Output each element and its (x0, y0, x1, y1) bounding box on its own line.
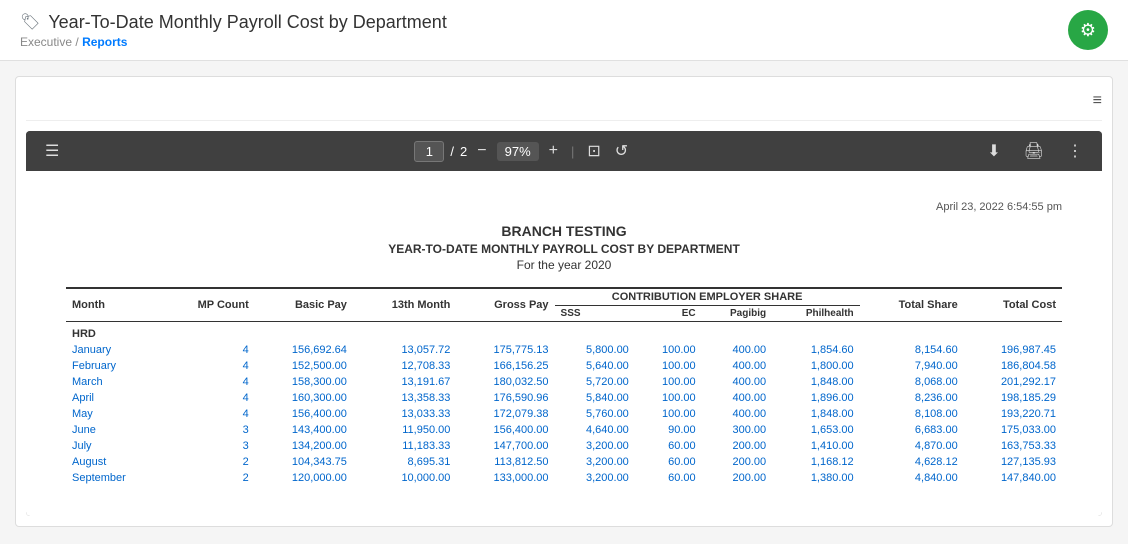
pdf-container: ≡ ☰ / 2 − 97% + | ⊡ ↺ (15, 76, 1113, 527)
breadcrumb: Executive / Reports (20, 35, 447, 49)
table-row: September2120,000.0010,000.00133,000.003… (66, 470, 1062, 486)
print-button[interactable]: 🖨 (1020, 139, 1048, 163)
rotate-button[interactable]: ↺ (611, 139, 632, 163)
breadcrumb-parent[interactable]: Executive (20, 35, 72, 49)
col-total-share: Total Share (860, 288, 964, 322)
table-row: May4156,400.0013,033.33172,079.385,760.0… (66, 406, 1062, 422)
fit-button[interactable]: ⊡ (583, 139, 604, 163)
pdf-viewer: ☰ / 2 − 97% + | ⊡ ↺ ⬇ 🖨 ⋮ (26, 131, 1102, 516)
col-13th: 13th Month (353, 288, 456, 322)
col-basic-pay: Basic Pay (255, 288, 353, 322)
top-bar-left: 🏷 Year-To-Date Monthly Payroll Cost by D… (20, 12, 447, 49)
table-row: June3143,400.0011,950.00156,400.004,640.… (66, 422, 1062, 438)
more-button[interactable]: ⋮ (1063, 139, 1087, 163)
report-name: YEAR-TO-DATE MONTHLY PAYROLL COST BY DEP… (66, 242, 1062, 256)
download-button[interactable]: ⬇ (983, 139, 1004, 163)
page-separator: / (450, 144, 454, 159)
toolbar-separator-2: | (568, 144, 577, 159)
filter-icon[interactable]: ≡ (1093, 92, 1102, 110)
col-month: Month (66, 288, 162, 322)
table-row: January4156,692.6413,057.72175,775.135,8… (66, 342, 1062, 358)
col-ec: EC (635, 306, 702, 322)
col-gross-pay: Gross Pay (456, 288, 554, 322)
table-row: August2104,343.758,695.31113,812.503,200… (66, 454, 1062, 470)
pdf-toolbar-center: / 2 − 97% + | ⊡ ↺ (414, 139, 632, 163)
section-hrd: HRD (66, 322, 1062, 343)
col-pagibig: Pagibig (702, 306, 772, 322)
report-title-block: BRANCH TESTING YEAR-TO-DATE MONTHLY PAYR… (66, 223, 1062, 272)
gear-button[interactable]: ⚙ (1068, 10, 1108, 50)
report-timestamp: April 23, 2022 6:54:55 pm (66, 201, 1062, 213)
table-row: February4152,500.0012,708.33166,156.255,… (66, 358, 1062, 374)
pdf-toolbar: ☰ / 2 − 97% + | ⊡ ↺ ⬇ 🖨 ⋮ (26, 131, 1102, 171)
zoom-out-button[interactable]: − (473, 140, 490, 162)
col-total-cost: Total Cost (964, 288, 1062, 322)
company-name: BRANCH TESTING (66, 223, 1062, 239)
breadcrumb-separator: / (75, 35, 78, 49)
col-mp-count: MP Count (162, 288, 254, 322)
page-input[interactable] (414, 141, 444, 162)
zoom-level: 97% (497, 142, 539, 161)
report-table: Month MP Count Basic Pay 13th Month Gros… (66, 287, 1062, 486)
menu-button[interactable]: ☰ (41, 139, 63, 163)
contribution-header: CONTRIBUTION EMPLOYER SHARE (555, 288, 860, 306)
top-bar: 🏷 Year-To-Date Monthly Payroll Cost by D… (0, 0, 1128, 61)
tag-icon: 🏷 (20, 12, 40, 32)
table-row: April4160,300.0013,358.33176,590.965,840… (66, 390, 1062, 406)
breadcrumb-current[interactable]: Reports (82, 35, 127, 49)
zoom-in-button[interactable]: + (545, 140, 562, 162)
report-period: For the year 2020 (66, 258, 1062, 272)
gear-icon: ⚙ (1080, 20, 1096, 41)
pdf-toolbar-left: ☰ (41, 139, 63, 163)
page-title-text: Year-To-Date Monthly Payroll Cost by Dep… (48, 12, 447, 33)
col-philhealth: Philhealth (772, 306, 860, 322)
page-title: 🏷 Year-To-Date Monthly Payroll Cost by D… (20, 12, 447, 33)
col-sss: SSS (555, 306, 635, 322)
pdf-toolbar-right: ⬇ 🖨 ⋮ (983, 139, 1087, 163)
total-pages: 2 (460, 144, 467, 159)
table-row: March4158,300.0013,191.67180,032.505,720… (66, 374, 1062, 390)
filter-bar: ≡ (26, 87, 1102, 121)
pdf-page: April 23, 2022 6:54:55 pm BRANCH TESTING… (26, 171, 1102, 516)
content-area: ≡ ☰ / 2 − 97% + | ⊡ ↺ (0, 61, 1128, 542)
table-row: July3134,200.0011,183.33147,700.003,200.… (66, 438, 1062, 454)
